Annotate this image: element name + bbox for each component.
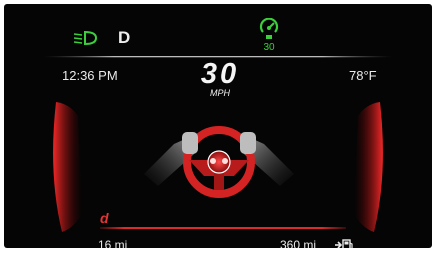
gear-indicator: D [118, 28, 131, 47]
steering-wheel-hands-icon [144, 126, 294, 198]
clock-time: 12:36 PM [62, 68, 118, 83]
cruise-set-speed: 30 [263, 42, 275, 53]
trip-distance: 16 mi [98, 238, 128, 248]
bottom-red-bar [100, 227, 346, 229]
outside-temperature: 78°F [349, 68, 377, 83]
fuel-range: 360 mi [280, 238, 317, 248]
left-hand [182, 132, 198, 154]
right-hand [240, 132, 256, 154]
drive-mode-indicator: d [100, 210, 109, 226]
speed-readout: 30 [200, 58, 240, 90]
speed-unit: MPH [210, 88, 230, 98]
fuel-pump-icon [335, 239, 353, 248]
cluster-display: D 30 12:36 PM 30 MPH 78°F d 16 mi 360 mi [4, 4, 432, 248]
low-beam-headlight-icon [73, 30, 98, 46]
lower-spoke [214, 172, 224, 190]
adaptive-cruise-icon [259, 18, 279, 39]
left-red-glow [53, 102, 82, 232]
right-red-glow [354, 102, 383, 232]
